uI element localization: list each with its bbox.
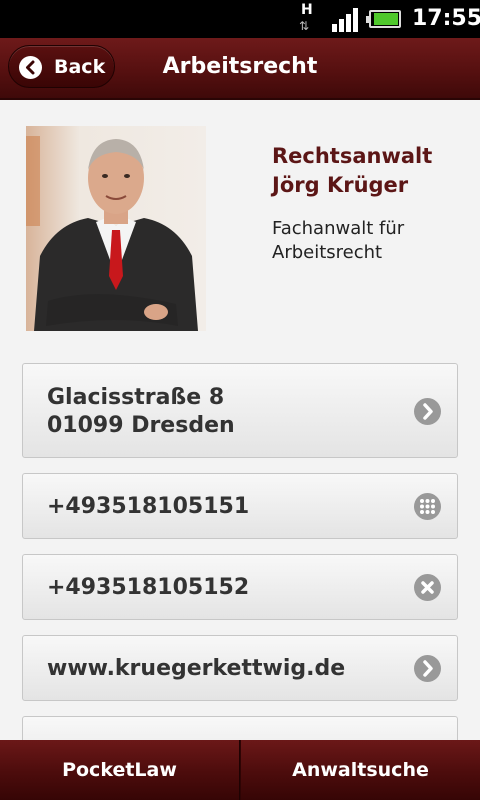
bottom-tab-bar: PocketLaw Anwaltsuche bbox=[0, 740, 480, 800]
address-street: Glacisstraße 8 bbox=[47, 385, 225, 410]
website-url: www.kruegerkettwig.de bbox=[47, 656, 346, 681]
phone-item[interactable]: +493518105151 bbox=[22, 473, 458, 539]
battery-icon bbox=[366, 10, 401, 28]
signal-icon bbox=[332, 8, 360, 32]
page-title: Arbeitsrecht bbox=[162, 54, 318, 79]
network-data-icon: H ⇅ bbox=[299, 2, 313, 33]
tab-anwaltsuche[interactable]: Anwaltsuche bbox=[241, 740, 480, 800]
title-bar: Back Arbeitsrecht bbox=[0, 38, 480, 100]
close-icon bbox=[414, 574, 441, 601]
specialty-line-1: Fachanwalt für bbox=[272, 218, 405, 239]
specialty-line-2: Arbeitsrecht bbox=[272, 242, 383, 263]
lawyer-title: Rechtsanwalt bbox=[272, 144, 433, 168]
fax-item[interactable]: +493518105152 bbox=[22, 554, 458, 620]
chevron-right-icon bbox=[414, 655, 441, 682]
keypad-icon bbox=[414, 493, 441, 520]
phone-number: +493518105151 bbox=[47, 494, 250, 519]
status-bar: H ⇅ 17:55 bbox=[0, 0, 480, 38]
website-item[interactable]: www.kruegerkettwig.de bbox=[22, 635, 458, 701]
lawyer-photo bbox=[26, 126, 206, 331]
tab-pocketlaw[interactable]: PocketLaw bbox=[0, 740, 240, 800]
network-type-label: H bbox=[301, 2, 313, 18]
address-item[interactable]: Glacisstraße 8 01099 Dresden bbox=[22, 363, 458, 458]
fax-number: +493518105152 bbox=[47, 575, 250, 600]
clock: 17:55 bbox=[412, 6, 480, 31]
chevron-right-icon bbox=[414, 398, 441, 425]
address-city: 01099 Dresden bbox=[47, 413, 235, 438]
lawyer-name: Jörg Krüger bbox=[272, 173, 409, 197]
